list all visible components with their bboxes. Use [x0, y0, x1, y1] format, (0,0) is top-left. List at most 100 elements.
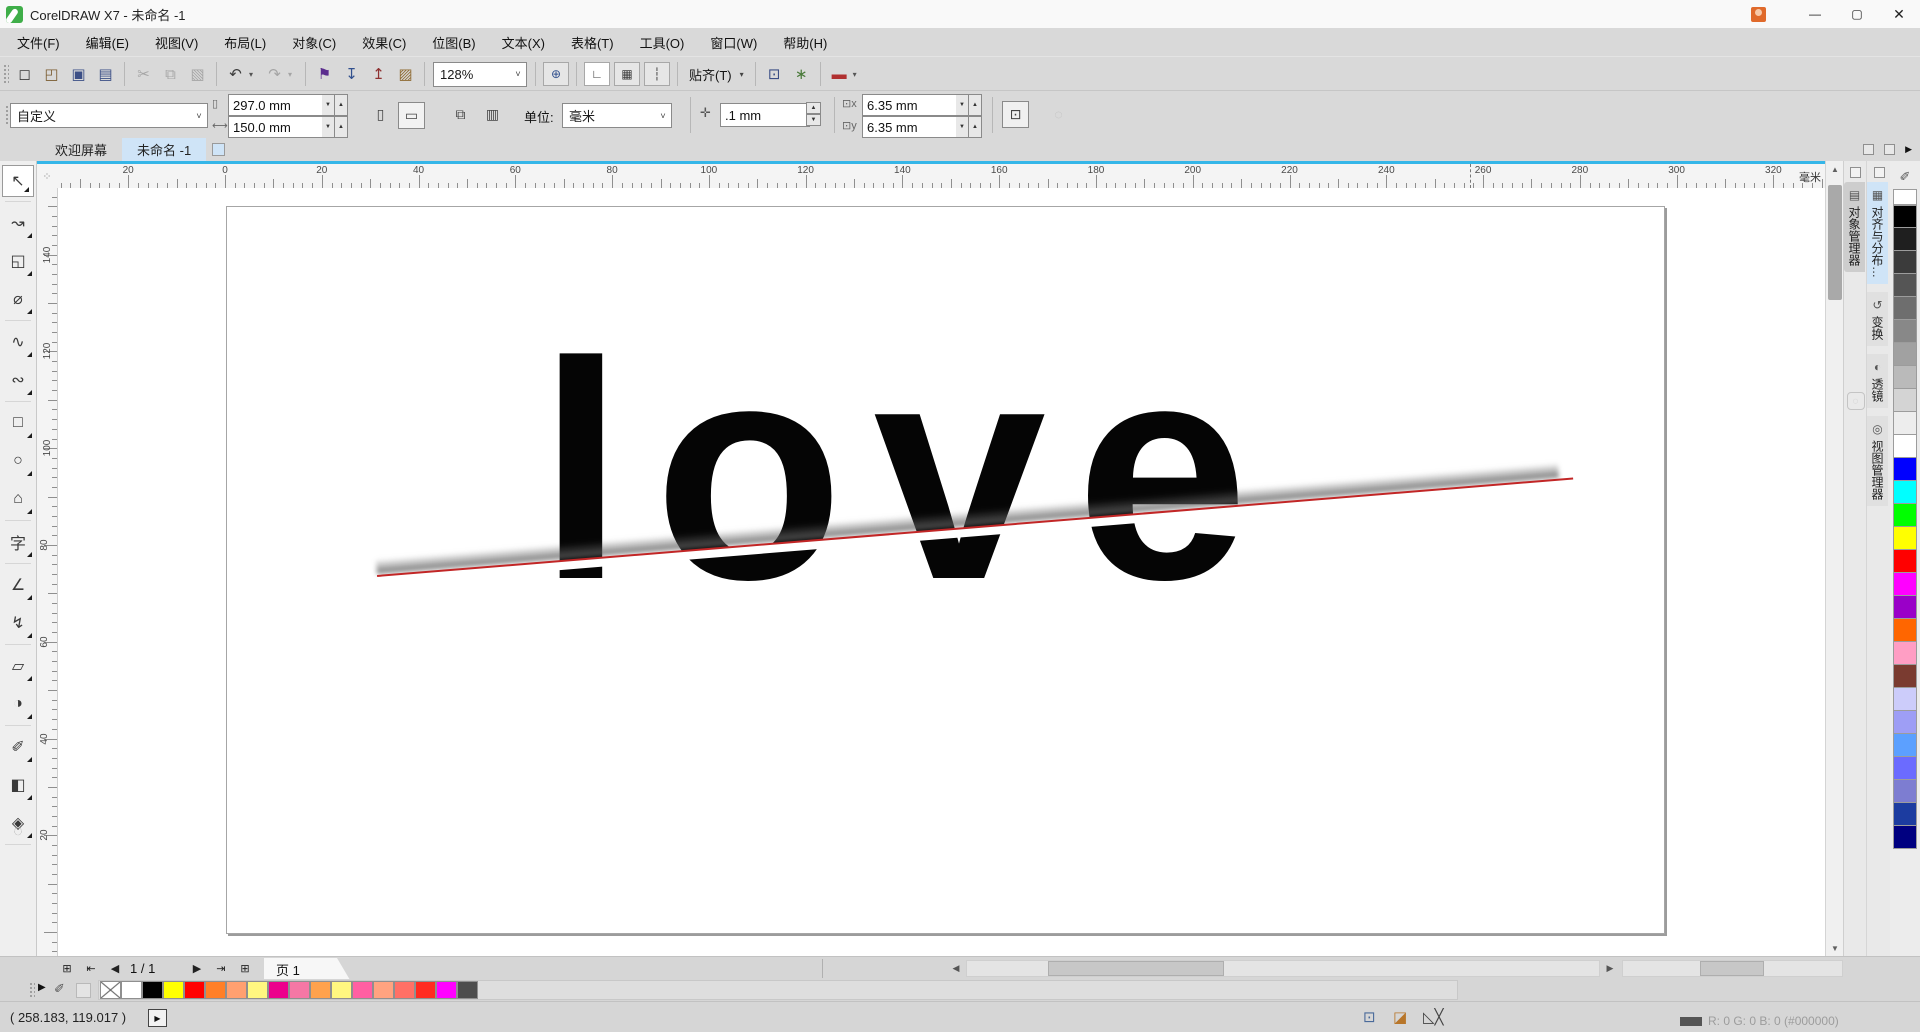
unit-combo[interactable]: 毫米 ˅ — [562, 103, 672, 128]
scroll-right-icon[interactable]: ▶ — [1602, 957, 1618, 980]
first-page-icon[interactable]: ⇤ — [80, 957, 102, 980]
color-swatch[interactable] — [1893, 527, 1917, 550]
docker-collapse-icon[interactable] — [1863, 144, 1875, 155]
menu-item-5[interactable]: 对象(C) — [279, 28, 349, 56]
color-swatch[interactable] — [1893, 757, 1917, 780]
last-page-icon[interactable]: ⇥ — [210, 957, 232, 980]
eyedropper-icon[interactable]: ✐ — [1890, 169, 1920, 185]
vertical-scroll-thumb[interactable] — [1828, 185, 1842, 300]
add-page-icon[interactable]: ⊞ — [234, 957, 256, 980]
account-icon[interactable] — [1751, 6, 1766, 22]
outline-none-icon[interactable]: ◺╳ — [1423, 1008, 1444, 1026]
color-swatch[interactable] — [1893, 297, 1917, 320]
dropdown-caret-icon[interactable]: ▾ — [249, 70, 261, 79]
color-swatch[interactable] — [163, 981, 184, 999]
paste-icon[interactable]: ▧ — [184, 61, 211, 87]
show-grid-icon[interactable]: ▦ — [614, 62, 640, 86]
color-swatch[interactable] — [268, 981, 289, 999]
color-swatch[interactable] — [1893, 734, 1917, 757]
freehand-tool[interactable]: ∿ — [0, 323, 36, 361]
page-width-field[interactable] — [228, 94, 326, 116]
artistic-media-tool[interactable]: ∾ — [0, 361, 36, 399]
color-swatch[interactable] — [1893, 435, 1917, 458]
menu-item-4[interactable]: 布局(L) — [211, 28, 279, 56]
color-swatch[interactable] — [1893, 780, 1917, 803]
color-swatch[interactable] — [1893, 596, 1917, 619]
options-icon[interactable]: ⊡ — [761, 61, 788, 87]
color-swatch[interactable] — [310, 981, 331, 999]
color-swatch[interactable] — [142, 981, 163, 999]
polygon-tool[interactable]: ⌂ — [0, 480, 36, 518]
shape-tool[interactable]: ↝ — [0, 204, 36, 242]
undo-icon[interactable]: ↶ — [222, 61, 249, 87]
close-button[interactable]: ✕ — [1878, 0, 1920, 28]
color-swatch[interactable] — [352, 981, 373, 999]
color-swatch[interactable] — [247, 981, 268, 999]
tab-untitled-1[interactable]: 未命名 -1 — [122, 138, 207, 161]
color-swatch[interactable] — [1893, 205, 1917, 228]
toolbar-grip[interactable] — [2, 63, 9, 85]
text-tool[interactable]: 字 — [0, 523, 36, 561]
palette-grip[interactable] — [28, 981, 35, 998]
zoom-tool[interactable]: ⌀ — [0, 280, 36, 318]
duplicate-y-spinner[interactable]: ▼ ▲ — [956, 116, 982, 138]
transparency-tool[interactable]: ◑ — [0, 685, 36, 723]
ruler-origin-button[interactable]: ⁘ — [37, 164, 58, 189]
menu-item-1[interactable]: 文件(F) — [4, 28, 73, 56]
color-swatch[interactable] — [1893, 228, 1917, 251]
coordinates-icon[interactable]: ∗ — [788, 61, 815, 87]
menu-item-2[interactable]: 编辑(E) — [73, 28, 142, 56]
menu-item-6[interactable]: 效果(C) — [349, 28, 419, 56]
maximize-button[interactable]: ▢ — [1836, 0, 1878, 28]
color-swatch[interactable] — [1893, 251, 1917, 274]
horizontal-scroll-thumb[interactable] — [1700, 961, 1764, 976]
menu-item-8[interactable]: 文本(X) — [489, 28, 558, 56]
scroll-up-icon[interactable]: ▲ — [1826, 161, 1844, 177]
docker-tab-4[interactable]: ◎ 视图管理器 — [1867, 416, 1888, 506]
page-width-spinner[interactable]: ▼ ▲ — [322, 94, 348, 116]
color-swatch[interactable] — [1893, 826, 1917, 849]
no-color-swatch[interactable] — [100, 981, 121, 999]
color-swatch[interactable] — [436, 981, 457, 999]
color-swatch[interactable] — [1893, 274, 1917, 297]
all-pages-button[interactable]: ⧉ — [448, 102, 473, 127]
color-swatch[interactable] — [1893, 320, 1917, 343]
color-swatch[interactable] — [1893, 366, 1917, 389]
dimension-tool[interactable]: ∠ — [0, 566, 36, 604]
palette-flyout-icon[interactable]: ▶ — [38, 982, 46, 993]
palette-flyout-icon[interactable]: ▶ — [1905, 144, 1912, 155]
color-swatch[interactable] — [205, 981, 226, 999]
show-guidelines-icon[interactable]: ┆ — [644, 62, 670, 86]
no-color-swatch[interactable] — [1893, 189, 1917, 205]
cut-icon[interactable]: ✂ — [130, 61, 157, 87]
color-swatch[interactable] — [1893, 343, 1917, 366]
color-swatch[interactable] — [415, 981, 436, 999]
color-swatch[interactable] — [1893, 481, 1917, 504]
color-swatch[interactable] — [1893, 642, 1917, 665]
fill-color-icon[interactable]: ◪ — [1393, 1008, 1407, 1026]
publish-pdf-icon[interactable]: ▨ — [392, 61, 419, 87]
show-rulers-icon[interactable]: ∟ — [584, 62, 610, 86]
vertical-scrollbar[interactable]: ▲ ▼ — [1825, 161, 1844, 956]
color-swatch[interactable] — [394, 981, 415, 999]
color-swatch[interactable] — [457, 981, 478, 999]
coordinates-flyout-icon[interactable]: ▶ — [148, 1009, 167, 1027]
redo-icon[interactable]: ↷ — [261, 61, 288, 87]
menu-item-3[interactable]: 视图(V) — [142, 28, 211, 56]
color-swatch[interactable] — [1893, 803, 1917, 826]
color-swatch[interactable] — [331, 981, 352, 999]
workspace-icon[interactable]: ▬ — [826, 61, 853, 87]
duplicate-y-field[interactable] — [862, 116, 960, 138]
portrait-button[interactable]: ▯ — [368, 102, 393, 127]
crop-tool[interactable]: ◱ — [0, 242, 36, 280]
color-swatch[interactable] — [1893, 573, 1917, 596]
rectangle-tool[interactable]: □ — [0, 404, 36, 442]
duplicate-x-spinner[interactable]: ▼ ▲ — [956, 94, 982, 116]
connector-tool[interactable]: ↯ — [0, 604, 36, 642]
page-height-field[interactable] — [228, 116, 326, 138]
landscape-button[interactable]: ▭ — [398, 102, 425, 129]
color-swatch[interactable] — [1893, 389, 1917, 412]
copy-icon[interactable]: ⧉ — [157, 61, 184, 87]
previous-page-icon[interactable]: ◀ — [104, 957, 126, 980]
pick-tool[interactable]: ↖ — [2, 165, 34, 197]
